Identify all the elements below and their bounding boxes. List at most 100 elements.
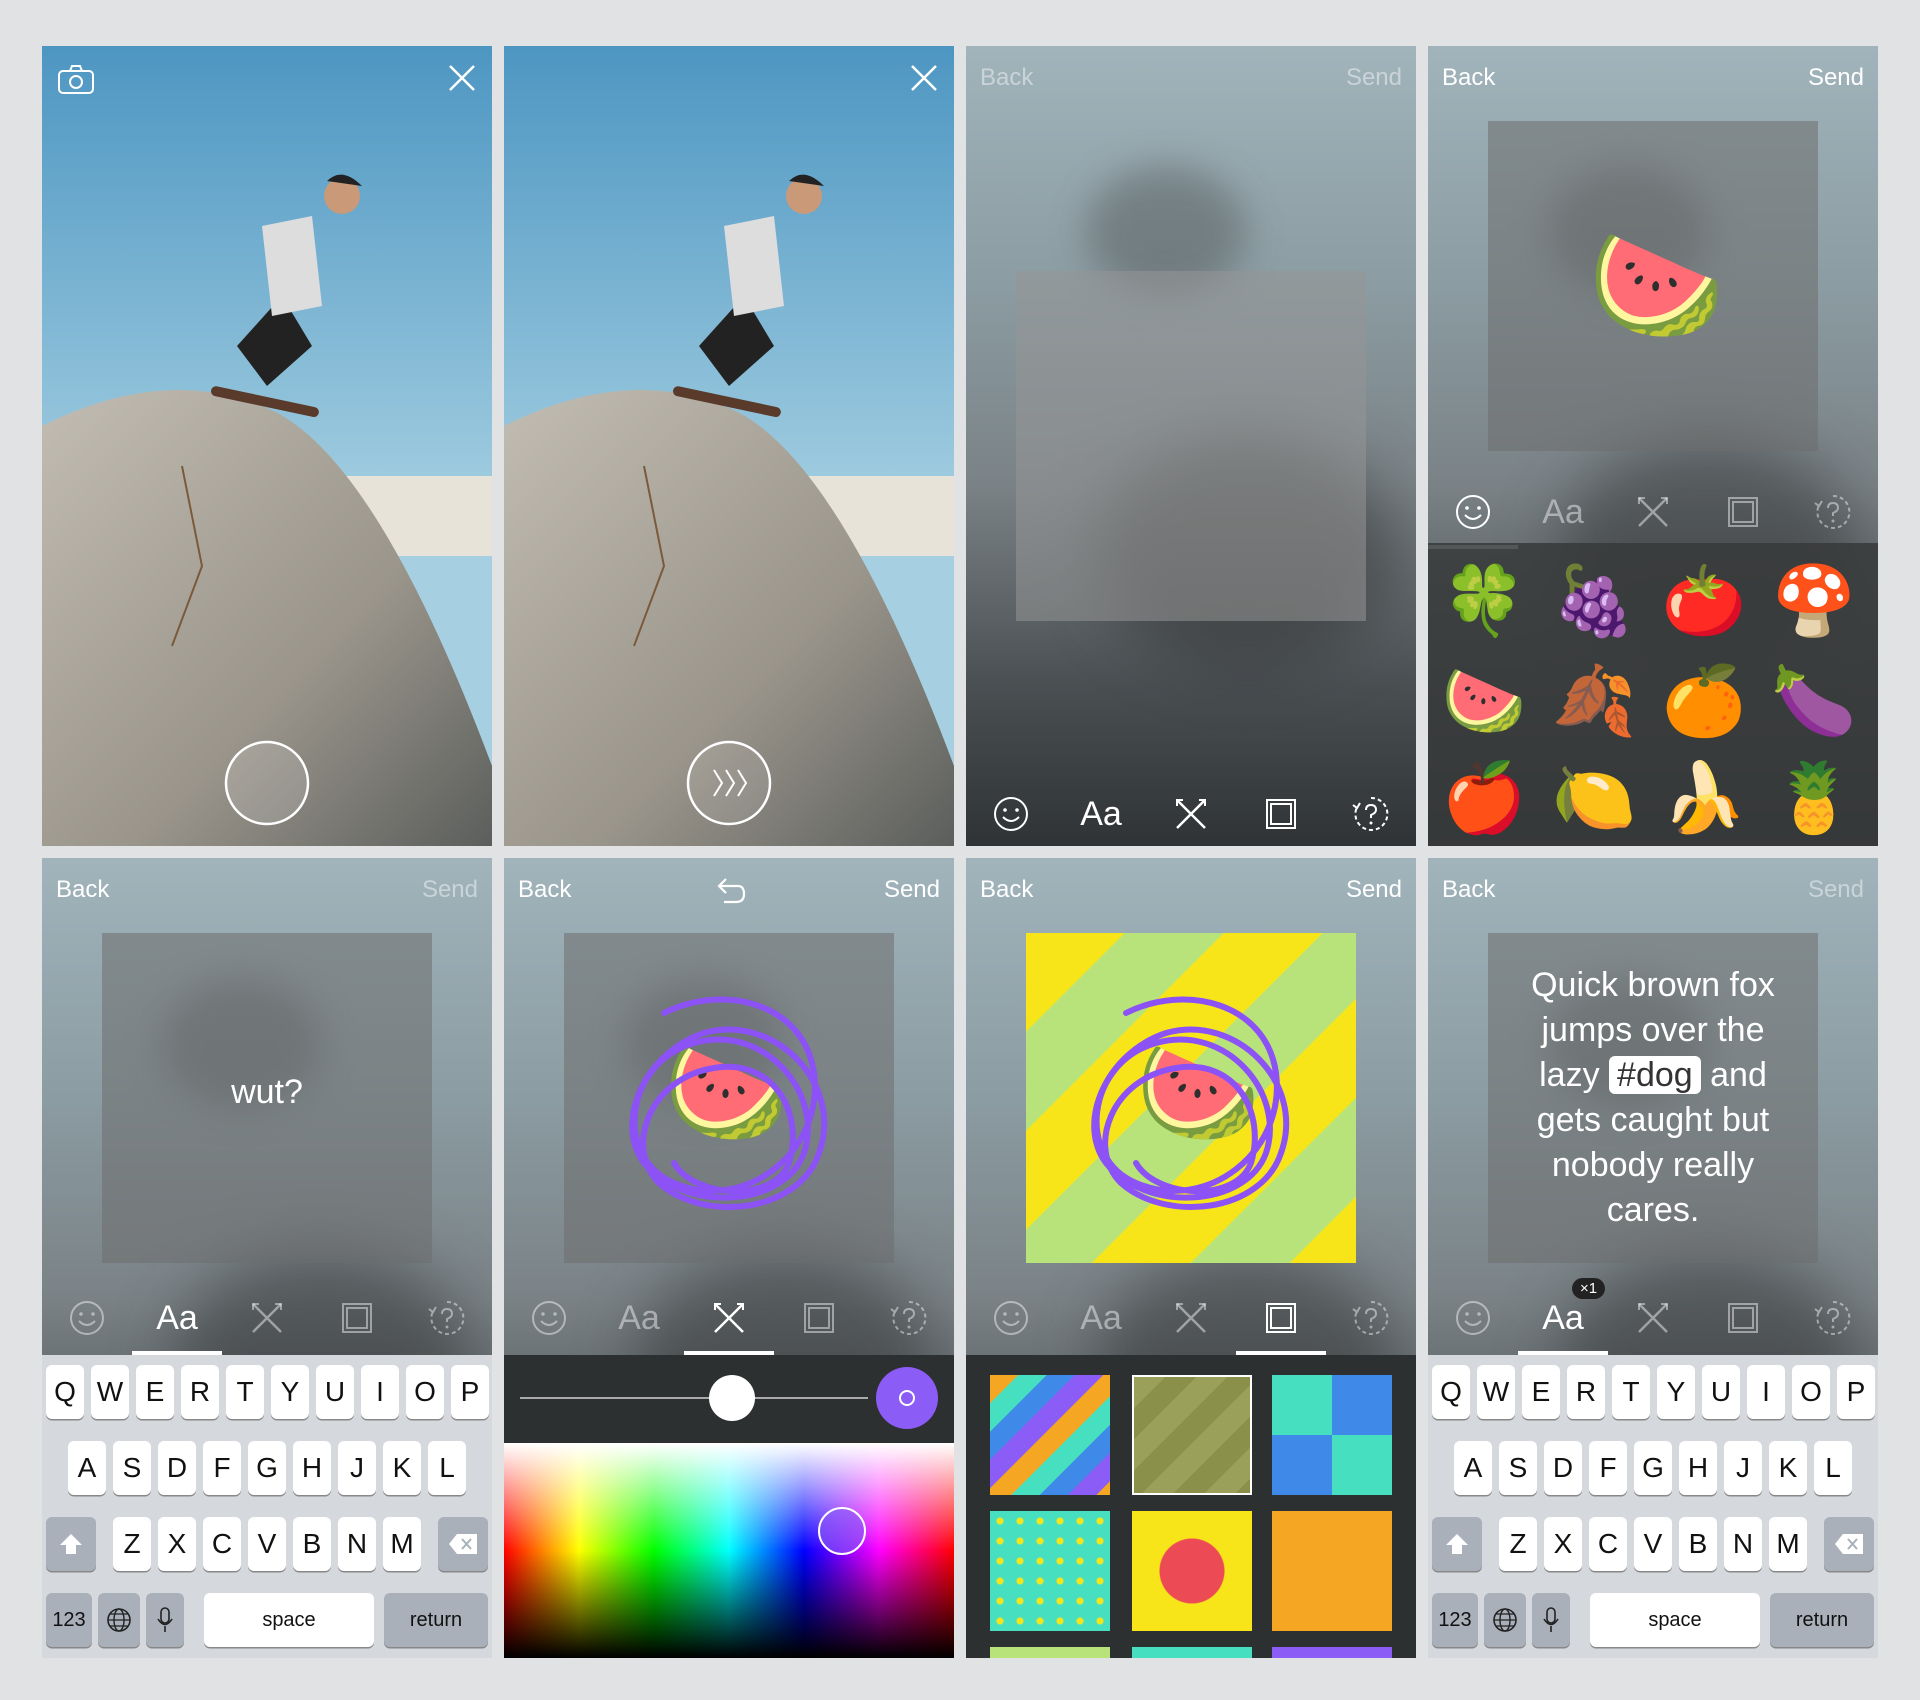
key[interactable]: G bbox=[1634, 1441, 1672, 1495]
key[interactable]: T bbox=[1612, 1365, 1650, 1419]
caption-text[interactable]: Quick brown fox jumps over the lazy #dog… bbox=[1488, 963, 1818, 1233]
key[interactable]: Q bbox=[1432, 1365, 1470, 1419]
globe-key[interactable] bbox=[98, 1593, 140, 1647]
emoji-item[interactable]: 🍎 bbox=[1434, 748, 1534, 846]
key[interactable]: O bbox=[406, 1365, 444, 1419]
key[interactable]: F bbox=[203, 1441, 241, 1495]
key[interactable]: Y bbox=[1657, 1365, 1695, 1419]
tool-frame[interactable] bbox=[312, 1284, 402, 1352]
pattern-tile[interactable] bbox=[1272, 1647, 1392, 1658]
emoji-item[interactable]: 🍀 bbox=[1434, 551, 1534, 651]
key[interactable]: X bbox=[158, 1517, 196, 1571]
back-button[interactable]: Back bbox=[980, 876, 1033, 904]
key[interactable]: I bbox=[361, 1365, 399, 1419]
pattern-tile[interactable] bbox=[1272, 1375, 1392, 1495]
tool-frame[interactable] bbox=[774, 1284, 864, 1352]
key[interactable]: H bbox=[293, 1441, 331, 1495]
brush-size-slider[interactable] bbox=[520, 1397, 868, 1399]
send-button[interactable]: Send bbox=[1808, 64, 1864, 92]
key[interactable]: F bbox=[1589, 1441, 1627, 1495]
tool-emoji[interactable] bbox=[504, 1284, 594, 1352]
key[interactable]: L bbox=[1814, 1441, 1852, 1495]
tool-draw[interactable] bbox=[222, 1284, 312, 1352]
canvas-square[interactable]: 🍉 bbox=[564, 933, 894, 1263]
key[interactable]: W bbox=[1477, 1365, 1515, 1419]
tool-emoji[interactable] bbox=[42, 1284, 132, 1352]
tool-text[interactable]: Aa bbox=[132, 1284, 222, 1355]
emoji-item[interactable]: 🍇 bbox=[1544, 551, 1644, 651]
tool-draw[interactable] bbox=[1608, 478, 1698, 546]
canvas-square[interactable]: 🍉 bbox=[1026, 933, 1356, 1263]
pattern-tile[interactable] bbox=[990, 1511, 1110, 1631]
key[interactable]: P bbox=[1837, 1365, 1875, 1419]
space-key[interactable]: space bbox=[204, 1593, 374, 1647]
key[interactable]: B bbox=[293, 1517, 331, 1571]
color-spectrum[interactable] bbox=[504, 1443, 954, 1658]
key[interactable]: S bbox=[1499, 1441, 1537, 1495]
key[interactable]: U bbox=[1702, 1365, 1740, 1419]
shutter-icon[interactable] bbox=[224, 740, 310, 831]
key[interactable]: N bbox=[338, 1517, 376, 1571]
send-button[interactable]: Send bbox=[1808, 876, 1864, 904]
key[interactable]: Q bbox=[46, 1365, 84, 1419]
shift-key[interactable] bbox=[1432, 1517, 1482, 1571]
key[interactable]: E bbox=[1522, 1365, 1560, 1419]
send-button[interactable]: Send bbox=[422, 876, 478, 904]
mic-key[interactable] bbox=[146, 1593, 184, 1647]
tool-text[interactable]: Aa bbox=[594, 1284, 684, 1352]
tool-text[interactable]: Aa bbox=[1518, 478, 1608, 546]
pattern-tile[interactable] bbox=[1132, 1647, 1252, 1658]
key[interactable]: R bbox=[181, 1365, 219, 1419]
pattern-tile-selected[interactable] bbox=[1132, 1375, 1252, 1495]
canvas-square[interactable]: wut? bbox=[102, 933, 432, 1263]
tool-emoji[interactable] bbox=[1428, 478, 1518, 549]
tool-help[interactable] bbox=[1326, 780, 1416, 846]
numbers-key[interactable]: 123 bbox=[1432, 1593, 1478, 1647]
key[interactable]: I bbox=[1747, 1365, 1785, 1419]
back-button[interactable]: Back bbox=[518, 876, 571, 904]
tool-help[interactable] bbox=[402, 1284, 492, 1352]
key[interactable]: D bbox=[1544, 1441, 1582, 1495]
key[interactable]: O bbox=[1792, 1365, 1830, 1419]
key[interactable]: A bbox=[68, 1441, 106, 1495]
emoji-item[interactable]: 🍋 bbox=[1544, 748, 1644, 846]
mic-key[interactable] bbox=[1532, 1593, 1570, 1647]
hashtag-chip[interactable]: #dog bbox=[1609, 1056, 1701, 1094]
tool-emoji[interactable] bbox=[966, 1284, 1056, 1352]
space-key[interactable]: space bbox=[1590, 1593, 1760, 1647]
brush-size-thumb[interactable] bbox=[709, 1375, 755, 1421]
key[interactable]: G bbox=[248, 1441, 286, 1495]
color-picker-handle[interactable] bbox=[818, 1507, 866, 1555]
canvas-square[interactable] bbox=[1016, 271, 1366, 621]
camera-flip-icon[interactable] bbox=[56, 62, 96, 101]
tool-frame[interactable] bbox=[1698, 478, 1788, 546]
key[interactable]: P bbox=[451, 1365, 489, 1419]
tool-emoji[interactable] bbox=[966, 780, 1056, 846]
emoji-item[interactable]: 🍊 bbox=[1654, 651, 1754, 751]
emoji-item[interactable]: 🍍 bbox=[1764, 748, 1864, 846]
shift-key[interactable] bbox=[46, 1517, 96, 1571]
key[interactable]: K bbox=[1769, 1441, 1807, 1495]
tool-help[interactable] bbox=[864, 1284, 954, 1352]
key[interactable]: M bbox=[1769, 1517, 1807, 1571]
emoji-item[interactable]: 🍅 bbox=[1654, 551, 1754, 651]
back-button[interactable]: Back bbox=[56, 876, 109, 904]
back-button[interactable]: Back bbox=[980, 64, 1033, 92]
key[interactable]: M bbox=[383, 1517, 421, 1571]
delete-key[interactable] bbox=[1824, 1517, 1874, 1571]
emoji-item[interactable]: 🍌 bbox=[1654, 748, 1754, 846]
key[interactable]: S bbox=[113, 1441, 151, 1495]
pattern-tile[interactable] bbox=[1132, 1511, 1252, 1631]
emoji-item[interactable]: 🍉 bbox=[1434, 651, 1534, 751]
key[interactable]: A bbox=[1454, 1441, 1492, 1495]
brush-color-preview[interactable] bbox=[876, 1367, 938, 1429]
tool-draw[interactable] bbox=[1608, 1284, 1698, 1352]
close-icon[interactable] bbox=[910, 64, 938, 97]
tool-text[interactable]: Aa ×1 bbox=[1518, 1278, 1608, 1355]
next-arrows-icon[interactable] bbox=[686, 740, 772, 831]
emoji-item[interactable]: 🍆 bbox=[1764, 651, 1864, 751]
tool-help[interactable] bbox=[1788, 1284, 1878, 1352]
back-button[interactable]: Back bbox=[1442, 64, 1495, 92]
pattern-tile[interactable] bbox=[990, 1375, 1110, 1495]
key[interactable]: R bbox=[1567, 1365, 1605, 1419]
